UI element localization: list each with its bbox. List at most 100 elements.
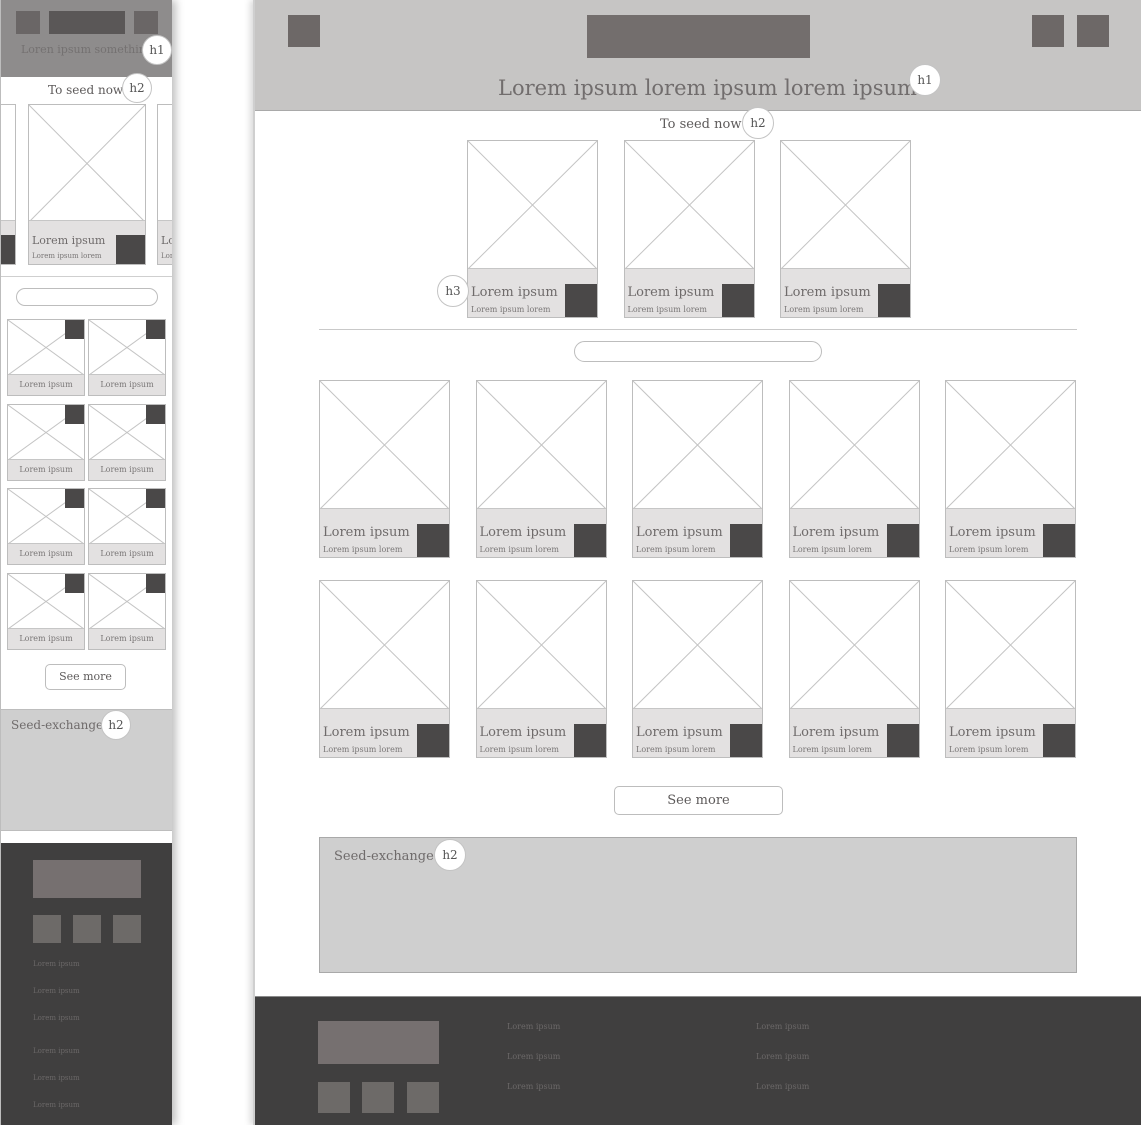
account-icon[interactable]	[134, 11, 158, 34]
divider	[319, 329, 1077, 330]
logo-placeholder[interactable]	[49, 11, 125, 34]
cart-button[interactable]	[730, 724, 762, 757]
product-card[interactable]: Lorem ipsum	[7, 488, 85, 565]
product-card[interactable]: Lorem ipsum	[88, 319, 166, 396]
card-label: Lorem ipsum	[8, 458, 84, 480]
image-placeholder	[633, 581, 762, 709]
cart-button[interactable]	[146, 489, 165, 508]
cart-button[interactable]	[146, 320, 165, 339]
footer-link[interactable]: Lorem ipsum	[33, 960, 80, 968]
social-icon[interactable]	[33, 915, 61, 943]
cart-button[interactable]	[65, 489, 84, 508]
seed-exchange-heading: Seed-exchange	[334, 849, 434, 864]
h2-annotation: h2	[122, 73, 152, 103]
search-input[interactable]	[16, 288, 158, 306]
product-card[interactable]: Lorem ipsum	[7, 403, 85, 481]
product-card[interactable]: Lorem ipsum Lorem ipsum lorem	[945, 580, 1076, 758]
h2-annotation: h2	[434, 839, 466, 871]
footer-link[interactable]: Lorem ipsum	[33, 1101, 80, 1109]
footer-link[interactable]: Lorem ipsum	[507, 1052, 560, 1061]
cart-button[interactable]	[146, 573, 165, 593]
cart-button[interactable]	[721, 284, 754, 317]
to-seed-now-heading: To seed now	[48, 83, 124, 97]
footer-link[interactable]: Lorem ipsum	[756, 1082, 809, 1091]
image-placeholder	[624, 141, 754, 269]
cart-button[interactable]	[65, 573, 84, 593]
footer-link[interactable]: Lorem ipsum	[756, 1022, 809, 1031]
carousel-card[interactable]: Lorem ipsum Lorem ipsum lorem	[28, 104, 146, 265]
product-card[interactable]: Lorem ipsum Lorem ipsum lorem	[475, 580, 607, 758]
image-placeholder	[781, 141, 910, 269]
card-info: Lorem ipsum Lorem ipsum lorem	[946, 708, 1075, 757]
footer-link[interactable]: Lorem ipsum	[33, 987, 80, 995]
cart-button[interactable]	[886, 524, 919, 557]
product-card[interactable]: Lorem ipsum	[88, 488, 166, 565]
product-card[interactable]: Lorem ipsum Lorem ipsum lorem	[632, 580, 763, 758]
product-card[interactable]: Lorem ipsum Lorem ipsum lorem	[780, 140, 911, 318]
see-more-button[interactable]: See more	[614, 786, 783, 815]
product-card[interactable]: Lorem ipsum	[88, 403, 166, 481]
card-info: Lorem ipsum Lorem ipsum lorem	[633, 508, 762, 557]
menu-icon[interactable]	[16, 11, 40, 34]
social-icon[interactable]	[318, 1082, 350, 1113]
cart-button[interactable]	[146, 404, 165, 424]
cart-button[interactable]	[65, 320, 84, 339]
product-card[interactable]: Lorem ipsum Lorem ipsum lorem	[945, 380, 1076, 558]
footer-link[interactable]: Lorem ipsum	[507, 1022, 560, 1031]
footer-link[interactable]: Lorem ipsum	[33, 1014, 80, 1022]
social-icon[interactable]	[407, 1082, 439, 1113]
cart-button[interactable]	[1, 235, 15, 264]
cart-button[interactable]	[886, 724, 919, 757]
product-card[interactable]: Lorem ipsum Lorem ipsum lorem	[623, 140, 755, 318]
card-subtitle: Lorem ipsum lorem	[471, 305, 551, 314]
product-card[interactable]: Lorem ipsum Lorem ipsum lorem	[788, 380, 920, 558]
social-icon[interactable]	[73, 915, 101, 943]
card-label: Lorem ipsum	[89, 543, 165, 564]
cart-button[interactable]	[573, 724, 606, 757]
cart-button[interactable]	[730, 524, 762, 557]
account-icon[interactable]	[1032, 15, 1064, 47]
search-input[interactable]	[574, 341, 822, 362]
cart-button[interactable]	[1043, 524, 1075, 557]
cart-button[interactable]	[417, 524, 449, 557]
social-icon[interactable]	[362, 1082, 394, 1113]
page-title: Lorem ipsum lorem ipsum lorem ipsum	[498, 76, 917, 100]
carousel-card-peek-right[interactable]: Lo Lor	[157, 104, 172, 265]
logo-placeholder[interactable]	[587, 15, 810, 58]
product-card[interactable]: Lorem ipsum Lorem ipsum lorem	[319, 580, 450, 758]
product-card[interactable]: Lorem ipsum	[7, 572, 85, 650]
cart-button[interactable]	[1043, 724, 1075, 757]
image-placeholder	[789, 581, 919, 709]
product-card[interactable]: Lorem ipsum	[7, 319, 85, 396]
product-card[interactable]: Lorem ipsum Lorem ipsum lorem	[475, 380, 607, 558]
product-card[interactable]: Lorem ipsum Lorem ipsum lorem	[319, 380, 450, 558]
card-info: Lorem ipsum Lorem ipsum lorem	[476, 708, 606, 757]
product-card[interactable]: Lorem ipsum	[88, 572, 166, 650]
see-more-button[interactable]: See more	[45, 664, 126, 690]
image-placeholder	[946, 581, 1075, 709]
menu-icon[interactable]	[288, 15, 320, 47]
cart-button[interactable]	[878, 284, 910, 317]
h1-annotation: h1	[909, 64, 941, 96]
product-card[interactable]: Lorem ipsum Lorem ipsum lorem	[788, 580, 920, 758]
cart-button[interactable]	[116, 235, 145, 264]
product-card[interactable]: Lorem ipsum Lorem ipsum lorem	[467, 140, 598, 318]
footer-link[interactable]: Lorem ipsum	[33, 1047, 80, 1055]
product-card[interactable]: Lorem ipsum Lorem ipsum lorem	[632, 380, 763, 558]
cart-button[interactable]	[417, 724, 449, 757]
cart-button[interactable]	[565, 284, 597, 317]
card-title: Lorem ipsum	[471, 285, 558, 300]
card-info: Lorem ipsum Lorem ipsum lorem	[789, 508, 919, 557]
cart-button[interactable]	[573, 524, 606, 557]
card-info: Lorem ipsum Lorem ipsum lorem	[468, 268, 597, 317]
social-icon[interactable]	[113, 915, 141, 943]
card-title: Lorem ipsum	[323, 725, 410, 740]
footer-link[interactable]: Lorem ipsum	[756, 1052, 809, 1061]
cart-button[interactable]	[65, 404, 84, 424]
footer-link[interactable]: Lorem ipsum	[507, 1082, 560, 1091]
cart-icon[interactable]	[1077, 15, 1109, 47]
footer-link[interactable]: Lorem ipsum	[33, 1074, 80, 1082]
h2-annotation: h2	[742, 107, 774, 139]
seed-now-carousel[interactable]: Lorem ipsum Lorem ipsum lorem Lo Lor	[1, 104, 172, 266]
carousel-card-peek-left[interactable]	[1, 104, 16, 265]
